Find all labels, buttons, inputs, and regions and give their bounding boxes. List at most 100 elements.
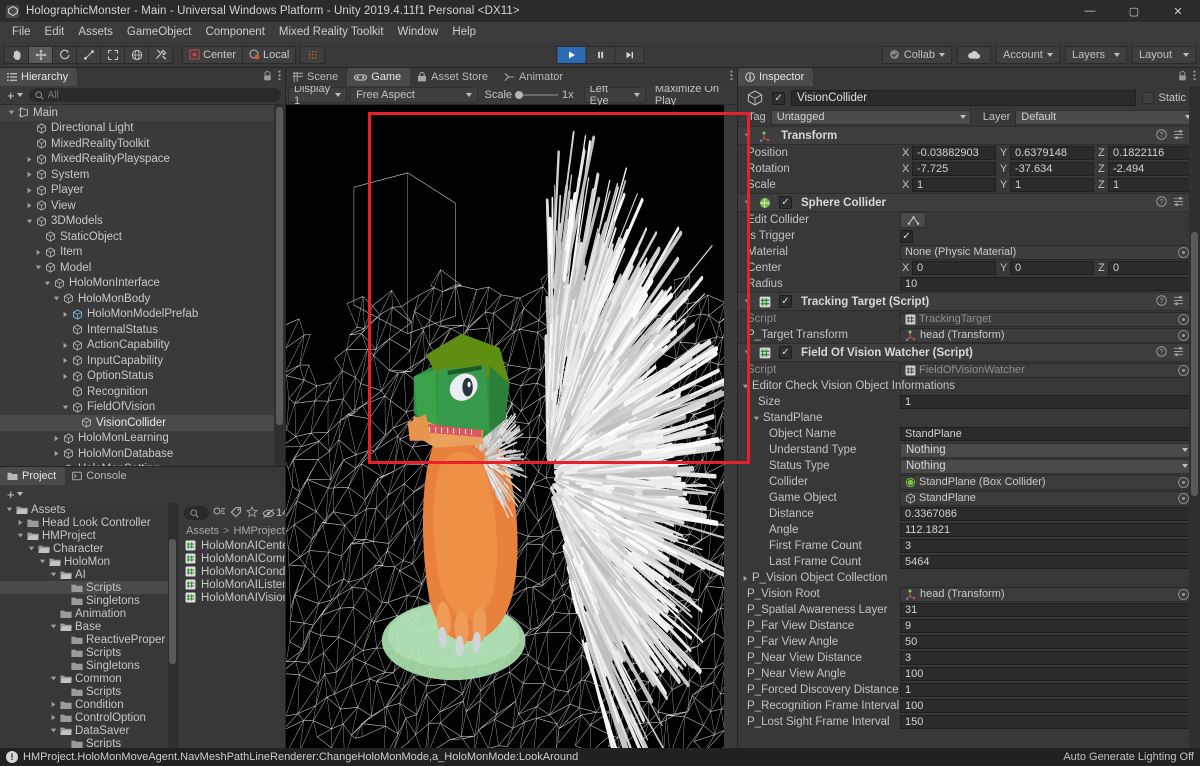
- hierarchy-item[interactable]: 3DModels: [0, 214, 285, 230]
- inspector-text-field[interactable]: 50: [900, 635, 1194, 649]
- tab-scene[interactable]: Scene: [286, 68, 348, 86]
- inspector-object-field[interactable]: StandPlane: [900, 490, 1194, 506]
- breadcrumb-item[interactable]: Assets: [186, 525, 219, 537]
- menu-item-component[interactable]: Component: [198, 23, 271, 41]
- chevron-down-icon[interactable]: [24, 218, 35, 225]
- maximize-button[interactable]: ▢: [1112, 0, 1156, 22]
- step-button[interactable]: [614, 45, 645, 64]
- inspector-foldout[interactable]: Editor Check Vision Object Informations: [738, 378, 1200, 394]
- scale-slider[interactable]: [515, 91, 559, 99]
- component-enabled-checkbox[interactable]: ✓: [779, 295, 792, 308]
- chevron-down-icon[interactable]: [6, 109, 17, 116]
- component-header-tracking-target-script[interactable]: ✓ Tracking Target (Script)?: [738, 292, 1200, 311]
- preset-icon[interactable]: [1173, 196, 1184, 210]
- project-folder[interactable]: ControlOption: [0, 711, 177, 724]
- account-button[interactable]: Account: [996, 45, 1060, 64]
- edit-collider-button[interactable]: [900, 212, 926, 228]
- chevron-down-icon[interactable]: [51, 295, 62, 302]
- cloud-button[interactable]: [957, 45, 991, 64]
- chevron-down-icon[interactable]: [48, 571, 59, 578]
- inspector-object-field[interactable]: head (Transform): [900, 327, 1194, 343]
- display-dropdown[interactable]: Display 1: [288, 83, 348, 107]
- static-toggle[interactable]: Static: [1142, 92, 1196, 104]
- vector-field-z[interactable]: 0.1822116: [1108, 146, 1192, 160]
- project-folder[interactable]: Base: [0, 620, 177, 633]
- menu-item-window[interactable]: Window: [391, 23, 446, 41]
- hierarchy-item-selected[interactable]: VisionCollider: [0, 415, 285, 431]
- inspector-text-field[interactable]: 1: [900, 395, 1194, 409]
- inspector-checkbox[interactable]: ✓: [900, 229, 913, 243]
- inspector-text-field[interactable]: 10: [900, 277, 1194, 291]
- inspector-object-field[interactable]: StandPlane (Box Collider): [900, 474, 1194, 490]
- vector-field-z[interactable]: 0: [1108, 261, 1192, 275]
- chevron-right-icon[interactable]: [15, 519, 26, 526]
- project-tree-scroll-thumb[interactable]: [169, 539, 176, 665]
- hierarchy-item[interactable]: View: [0, 198, 285, 214]
- chevron-down-icon[interactable]: [37, 558, 48, 565]
- hierarchy-item[interactable]: HoloMonSetting: [0, 462, 285, 466]
- hierarchy-item[interactable]: Directional Light: [0, 121, 285, 137]
- inspector-text-field[interactable]: 100: [900, 699, 1194, 713]
- hierarchy-add-button[interactable]: +: [4, 88, 26, 103]
- chevron-right-icon[interactable]: [24, 202, 35, 209]
- chevron-down-icon[interactable]: [740, 383, 751, 390]
- project-folder[interactable]: ReactiveProper: [0, 633, 177, 646]
- pause-button[interactable]: [585, 45, 616, 64]
- hand-tool-icon[interactable]: [4, 45, 29, 64]
- hierarchy-search-input[interactable]: All: [28, 88, 281, 102]
- hierarchy-item[interactable]: Player: [0, 183, 285, 199]
- inspector-scrollbar[interactable]: [1189, 86, 1200, 748]
- tab-animator[interactable]: Animator: [497, 68, 573, 86]
- menu-item-mixed-reality-toolkit[interactable]: Mixed Reality Toolkit: [272, 23, 391, 41]
- hierarchy-item[interactable]: HoloMonModelPrefab: [0, 307, 285, 323]
- hierarchy-item[interactable]: HoloMonDatabase: [0, 446, 285, 462]
- chevron-down-icon[interactable]: [26, 545, 37, 552]
- preset-icon[interactable]: [1173, 295, 1184, 309]
- object-picker-icon[interactable]: [1178, 313, 1189, 325]
- vector-field-x[interactable]: -0.03882903: [912, 146, 996, 160]
- chevron-right-icon[interactable]: [60, 311, 71, 318]
- hierarchy-item[interactable]: OptionStatus: [0, 369, 285, 385]
- tab-hierarchy[interactable]: Hierarchy: [0, 68, 78, 86]
- chevron-down-icon[interactable]: [48, 727, 59, 734]
- chevron-down-icon[interactable]: [742, 199, 753, 206]
- chevron-right-icon[interactable]: [60, 373, 71, 380]
- vector-field-y[interactable]: 0.6379148: [1010, 146, 1094, 160]
- layout-button[interactable]: Layout: [1132, 45, 1196, 64]
- project-file-item[interactable]: HoloMonAICenter: [178, 539, 285, 552]
- hierarchy-item[interactable]: MixedRealityPlayspace: [0, 152, 285, 168]
- menu-item-assets[interactable]: Assets: [71, 23, 120, 41]
- chevron-down-icon[interactable]: [60, 404, 71, 411]
- chevron-right-icon[interactable]: [24, 156, 35, 163]
- component-enabled-checkbox[interactable]: ✓: [779, 346, 792, 359]
- project-folder[interactable]: Condition: [0, 698, 177, 711]
- chevron-right-icon[interactable]: [33, 249, 44, 256]
- menu-item-file[interactable]: File: [5, 23, 38, 41]
- chevron-down-icon[interactable]: [742, 132, 753, 139]
- hierarchy-item[interactable]: Item: [0, 245, 285, 261]
- chevron-down-icon[interactable]: [742, 349, 753, 356]
- hierarchy-scroll-thumb[interactable]: [276, 107, 283, 425]
- help-icon[interactable]: ?: [1156, 345, 1167, 360]
- breadcrumb-item[interactable]: HMProject: [233, 525, 284, 537]
- project-file-item[interactable]: HoloMonAIListenStudy: [178, 578, 285, 591]
- chevron-down-icon[interactable]: [48, 623, 59, 630]
- hierarchy-item[interactable]: MixedRealityToolkit: [0, 136, 285, 152]
- project-folder-tree[interactable]: Assets Head Look Controller HMProject Chara…: [0, 503, 178, 748]
- help-icon[interactable]: ?: [1156, 128, 1167, 143]
- custom-tool-icon[interactable]: [148, 45, 173, 64]
- maximize-on-play-toggle[interactable]: Maximize On Play: [649, 83, 735, 107]
- chevron-right-icon[interactable]: [60, 342, 71, 349]
- tab-game[interactable]: Game: [347, 68, 411, 86]
- hierarchy-scrollbar[interactable]: [274, 105, 285, 466]
- project-folder[interactable]: Head Look Controller: [0, 516, 177, 529]
- inspector-text-field[interactable]: 3: [900, 651, 1194, 665]
- inspector-text-field[interactable]: 1: [900, 683, 1194, 697]
- chevron-right-icon[interactable]: [60, 357, 71, 364]
- project-folder[interactable]: Animation: [0, 607, 177, 620]
- aspect-dropdown[interactable]: Free Aspect: [350, 87, 478, 103]
- tab-inspector[interactable]: Inspector: [738, 68, 814, 86]
- object-picker-icon[interactable]: [1178, 364, 1189, 376]
- rect-tool-icon[interactable]: [100, 45, 125, 64]
- component-header-transform[interactable]: Transform?: [738, 126, 1200, 145]
